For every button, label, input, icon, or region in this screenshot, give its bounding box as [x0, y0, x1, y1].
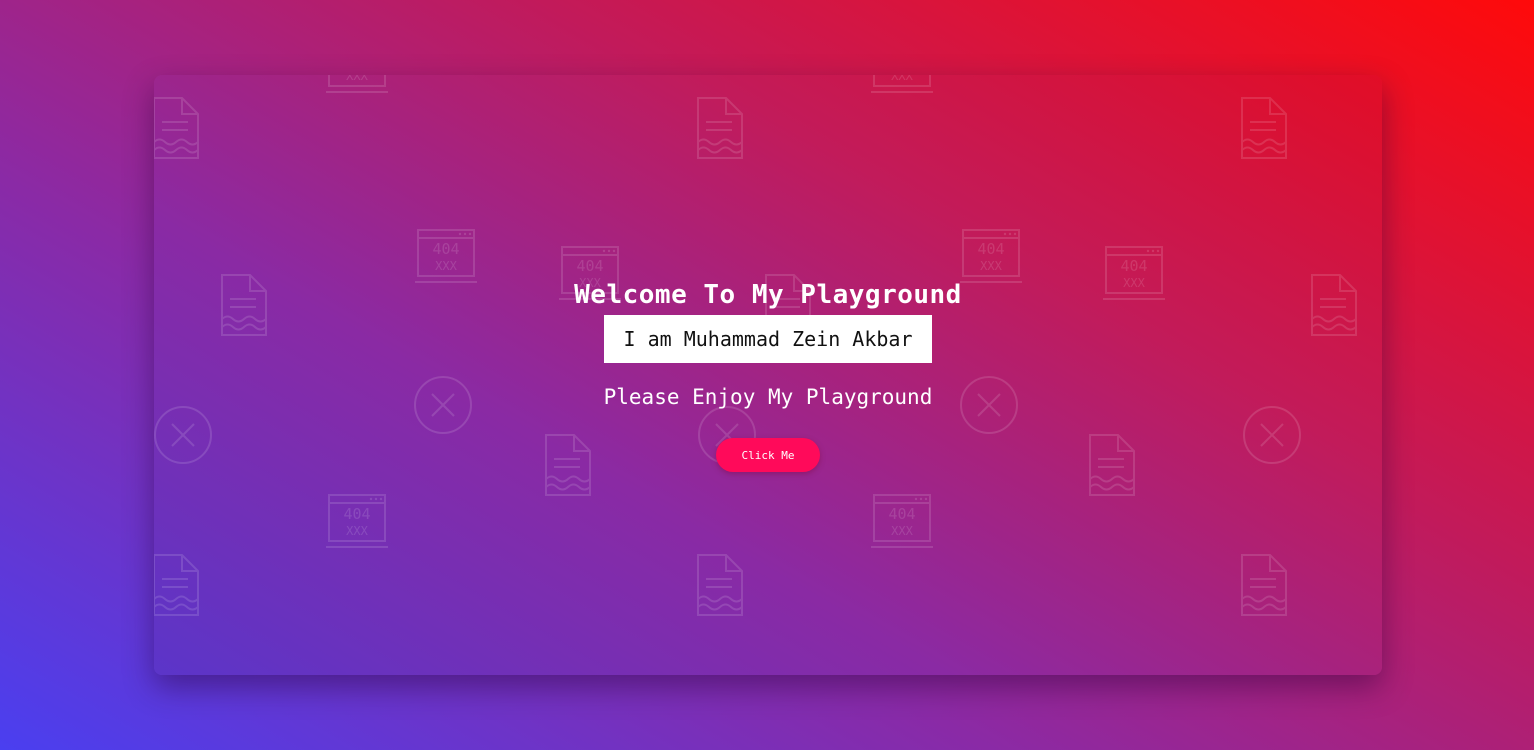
- click-me-button[interactable]: Click Me: [716, 438, 820, 472]
- playground-card: 404 XXX Welcome To My Playground I am Mu…: [154, 75, 1382, 675]
- hero: Welcome To My Playground I am Muhammad Z…: [154, 75, 1382, 675]
- name-banner: I am Muhammad Zein Akbar: [604, 315, 932, 363]
- page-title: Welcome To My Playground: [574, 280, 962, 310]
- page-subtitle: Please Enjoy My Playground: [603, 385, 933, 409]
